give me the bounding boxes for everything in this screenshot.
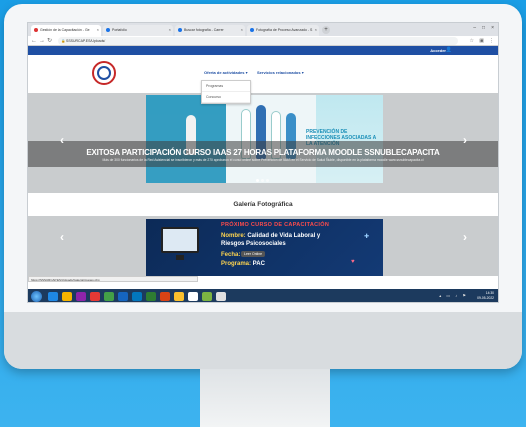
minimize-icon[interactable]: – xyxy=(473,25,476,31)
favicon-icon xyxy=(250,28,254,32)
close-icon[interactable]: × xyxy=(97,27,99,32)
card-line: Riesgos Psicosociales xyxy=(221,241,286,247)
browser-tab[interactable]: Fotografía de Proceso Avanzado - S × xyxy=(247,25,319,36)
oferta-dropdown: Programas Concurso xyxy=(201,80,251,104)
carousel-next-icon[interactable]: › xyxy=(463,133,467,147)
explorer-icon[interactable] xyxy=(62,292,72,301)
close-icon[interactable]: × xyxy=(241,27,243,32)
ie-icon[interactable] xyxy=(48,292,58,301)
url-field[interactable]: 🔒 SSSURCAP.ES/Uploads/ xyxy=(58,37,458,45)
pill-icon: ✚ xyxy=(364,234,370,240)
outlook-icon[interactable] xyxy=(132,292,142,301)
star-icon[interactable]: ☆ xyxy=(470,37,474,45)
chrome-icon[interactable] xyxy=(188,292,198,301)
folder-icon[interactable] xyxy=(174,292,184,301)
favicon-icon xyxy=(34,28,38,32)
menu-oferta[interactable]: Oferta de actividades ▾ xyxy=(204,70,248,75)
close-icon[interactable]: × xyxy=(315,27,317,32)
tab-label: Gestión de la Capacitación - Ge xyxy=(40,28,90,32)
slide-caption: EXITOSA PARTICIPACIÓN CURSO IAAS 27 HORA… xyxy=(28,141,498,167)
app-icon[interactable] xyxy=(202,292,212,301)
clock-date: 09-05-2022 xyxy=(477,296,494,300)
url-text: SSSURCAP.ES/Uploads/ xyxy=(66,39,106,43)
carousel-prev-icon[interactable]: ‹ xyxy=(60,133,64,147)
slide-title[interactable]: EXITOSA PARTICIPACIÓN CURSO IAAS 27 HORA… xyxy=(28,148,498,157)
read-online-button[interactable]: Leer Online xyxy=(241,251,266,257)
new-tab-button[interactable]: + xyxy=(322,26,330,34)
hero-carousel: PREVENCIÓN DE INFECCIONES ASOCIADAS A LA… xyxy=(28,93,498,193)
lock-icon: 🔒 xyxy=(61,39,66,43)
gallery-next-icon[interactable]: › xyxy=(463,230,467,244)
monitor-bezel xyxy=(4,312,522,369)
browser-status-bar: https://SSSURCAP.ES/Uploads/Galeria/imag… xyxy=(28,276,198,282)
carousel-dot[interactable] xyxy=(261,179,264,182)
monitor-stand-illustration xyxy=(176,255,184,260)
monitor-illustration xyxy=(161,227,199,253)
forward-icon[interactable]: → xyxy=(39,37,45,45)
reload-icon[interactable]: ↻ xyxy=(47,37,52,45)
app-icon[interactable] xyxy=(216,292,226,301)
gallery-carousel: PRÓXIMO CURSO DE CAPACITACIÓN Nombre: Ca… xyxy=(28,216,498,276)
site-logo[interactable] xyxy=(92,61,116,85)
excel-icon[interactable] xyxy=(146,292,156,301)
card-line-key: Programa: xyxy=(221,261,252,267)
heart-icon: ♥ xyxy=(351,259,355,265)
close-icon[interactable]: × xyxy=(169,27,171,32)
site-top-bar: Acceder 👤 xyxy=(28,46,498,55)
card-heading: PRÓXIMO CURSO DE CAPACITACIÓN xyxy=(221,222,330,228)
screen: Gestión de la Capacitación - Ge × Portaf… xyxy=(27,22,499,303)
card-line-value: Calidad de Vida Laboral y xyxy=(245,233,321,239)
browser-tab[interactable]: Gestión de la Capacitación - Ge × xyxy=(31,25,101,36)
monitor-stand xyxy=(200,369,330,427)
menu-icon[interactable]: ⋮ xyxy=(489,37,494,45)
clock[interactable]: 14:30 09-05-2022 xyxy=(477,291,494,301)
carousel-dot[interactable] xyxy=(256,179,259,182)
card-line-key: Fecha: xyxy=(221,252,241,258)
login-link[interactable]: Acceder xyxy=(430,48,446,53)
card-line: Nombre: Calidad de Vida Laboral y xyxy=(221,233,320,239)
app-icon[interactable] xyxy=(90,292,100,301)
window-close-icon[interactable]: × xyxy=(491,25,494,31)
user-icon[interactable]: 👤 xyxy=(446,47,452,53)
card-line-value: Riesgos Psicosociales xyxy=(221,241,286,247)
powerpoint-icon[interactable] xyxy=(160,292,170,301)
gallery-prev-icon[interactable]: ‹ xyxy=(60,230,64,244)
windows-taskbar: ▴ ▭ ♪ ⚑ 14:30 09-05-2022 xyxy=(28,289,498,302)
back-icon[interactable]: ← xyxy=(31,37,37,45)
start-button[interactable] xyxy=(31,291,42,302)
address-bar: ← → ↻ 🔒 SSSURCAP.ES/Uploads/ ☆ ▣ ⋮ xyxy=(28,36,498,46)
card-line-key: Nombre: xyxy=(221,233,246,239)
carousel-indicators xyxy=(255,169,270,187)
tab-label: Fotografía de Proceso Avanzado - S xyxy=(256,28,313,32)
browser-tab[interactable]: Portafolio × xyxy=(103,25,173,36)
tab-label: Portafolio xyxy=(112,28,127,32)
gallery-slide[interactable]: PRÓXIMO CURSO DE CAPACITACIÓN Nombre: Ca… xyxy=(146,219,383,276)
word-icon[interactable] xyxy=(118,292,128,301)
menu-servicios[interactable]: Servicios relacionados ▾ xyxy=(257,70,304,75)
app-icon[interactable] xyxy=(76,292,86,301)
favicon-icon xyxy=(178,28,182,32)
extensions-icon[interactable]: ▣ xyxy=(479,37,484,45)
slide-subtitle: Más de 300 funcionarios de la Red Asiste… xyxy=(102,158,424,162)
carousel-dot[interactable] xyxy=(266,179,269,182)
card-line-value: PAC xyxy=(251,261,265,267)
system-tray-icons[interactable]: ▴ ▭ ♪ ⚑ xyxy=(439,293,468,298)
browser-tab[interactable]: Buscar fotografía - Carrer × xyxy=(175,25,245,36)
app-icon[interactable] xyxy=(104,292,114,301)
card-line: Programa: PAC xyxy=(221,261,265,267)
favicon-icon xyxy=(106,28,110,32)
browser-tab-bar: Gestión de la Capacitación - Ge × Portaf… xyxy=(28,23,498,36)
maximize-icon[interactable]: □ xyxy=(482,25,485,31)
logo-emblem xyxy=(97,66,111,80)
gallery-title: Galería Fotográfica xyxy=(233,201,293,208)
tab-label: Buscar fotografía - Carrer xyxy=(184,28,224,32)
dropdown-item-programas[interactable]: Programas xyxy=(202,81,250,92)
dropdown-item-concurso[interactable]: Concurso xyxy=(202,92,250,103)
